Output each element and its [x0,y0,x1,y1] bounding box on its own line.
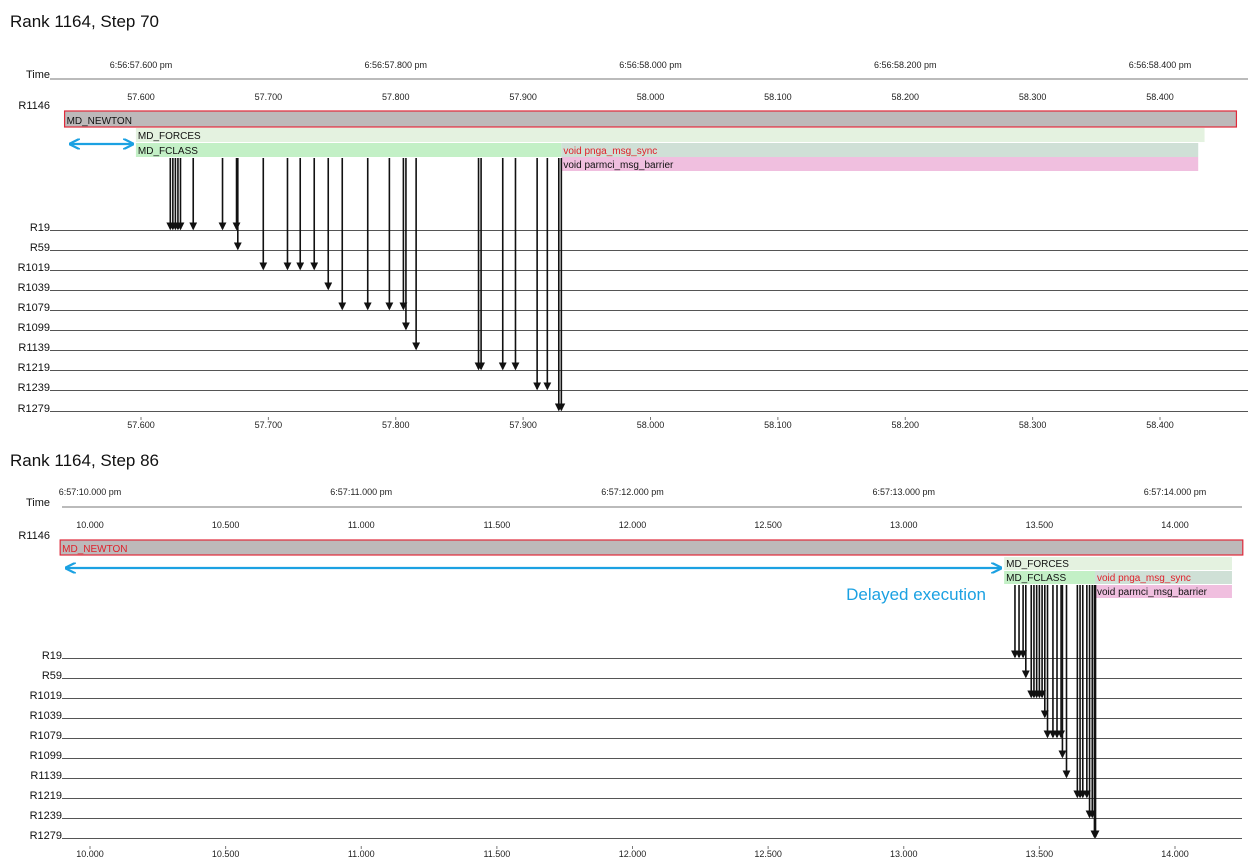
trace-panel-step-86: Rank 1164, Step 86 Time 6:57:10.000 pm 6:5… [0,433,1259,867]
top-tick-label: 58.000 [637,92,665,102]
rank-row-label: R1219 [30,790,62,802]
wallclock-tick-label: 6:57:11.000 pm [330,487,392,497]
bottom-tick-label: 57.600 [127,420,155,430]
function-bar-md-newton[interactable] [63,110,1238,128]
function-bar-label: void pnga_msg_sync [1097,573,1191,584]
wallclock-tick-label: 6:57:12.000 pm [601,487,664,497]
function-bar-label: MD_FORCES [138,131,201,142]
function-bar-md-forces[interactable] [135,128,1205,142]
rank-row-label: R1079 [30,730,62,742]
bottom-tick-label: 14.000 [1161,849,1189,859]
top-tick-label: 12.000 [619,520,647,530]
top-tick-label: 10.500 [212,520,240,530]
rank-row-label: R1079 [18,302,50,314]
timeline-chart: Time 6:57:10.000 pm 6:57:11.000 pm 6:57:12.… [18,487,1244,859]
rank-row-label: R1279 [18,403,50,415]
top-tick-label: 57.700 [255,92,283,102]
top-tick-label: 10.000 [76,520,104,530]
time-axis-label: Time [26,69,50,81]
bottom-tick-label: 58.100 [764,420,792,430]
trace-panel-step-70: Rank 1164, Step 70 Time 6:56:57.600 pm 6:5… [0,0,1259,432]
bottom-tick-label: 10.500 [212,849,240,859]
bottom-tick-label: 58.000 [637,420,665,430]
top-tick-label: 57.900 [509,92,537,102]
function-bar-label: MD_FCLASS [1006,573,1066,584]
top-tick-label: 58.200 [891,92,919,102]
delay-annotation-label: Delayed execution [846,585,986,604]
function-bar-label: MD_FCLASS [138,146,198,157]
rank-row-label: R19 [42,650,62,662]
function-bar-md-newton[interactable] [59,539,1244,556]
top-tick-label: 57.800 [382,92,410,102]
bottom-tick-label: 57.800 [382,420,410,430]
rank-row-label: R1039 [18,282,50,294]
self-rank-label: R1146 [18,100,50,112]
rank-row-label: R19 [30,222,50,234]
top-tick-label: 58.100 [764,92,792,102]
self-rank-label: R1146 [18,530,50,542]
wallclock-tick-label: 6:57:13.000 pm [872,487,935,497]
bottom-tick-label: 10.000 [76,849,104,859]
function-bar-label: void parmci_msg_barrier [1097,587,1208,598]
top-tick-label: 13.000 [890,520,918,530]
top-tick-label: 12.500 [754,520,782,530]
top-tick-label: 11.000 [348,520,375,530]
rank-row-label: R1099 [18,322,50,334]
bottom-tick-label: 13.000 [890,849,918,859]
top-tick-label: 57.600 [127,92,155,102]
wallclock-tick-label: 6:57:14.000 pm [1144,487,1207,497]
bottom-tick-label: 12.000 [619,849,647,859]
bottom-tick-label: 57.700 [255,420,283,430]
function-bar-md-fclass[interactable] [135,143,562,157]
function-bar-label: MD_NEWTON [67,116,132,127]
top-tick-label: 11.500 [483,520,510,530]
wallclock-tick-label: 6:56:58.000 pm [619,60,682,70]
rank-row-label: R59 [30,242,50,254]
rank-row-label: R1039 [30,710,62,722]
function-bar-label: void pnga_msg_sync [563,146,657,157]
function-bar-label: MD_FORCES [1006,559,1069,570]
function-bar-label: MD_NEWTON [62,544,127,555]
rank-row-label: R1099 [30,750,62,762]
bottom-tick-label: 57.900 [509,420,537,430]
rank-row-label: R1019 [18,262,50,274]
rank-row-label: R1019 [30,690,62,702]
bottom-tick-label: 11.500 [483,849,510,859]
bottom-tick-label: 13.500 [1026,849,1054,859]
wallclock-tick-label: 6:56:58.200 pm [874,60,937,70]
rank-row-label: R1139 [18,342,50,354]
rank-row-label: R1239 [18,382,50,394]
bottom-tick-label: 11.000 [348,849,375,859]
top-tick-label: 58.300 [1019,92,1047,102]
top-tick-label: 58.400 [1146,92,1174,102]
bottom-tick-label: 12.500 [754,849,782,859]
bottom-tick-label: 58.400 [1146,420,1174,430]
rank-row-label: R1239 [30,810,62,822]
function-bar-label: void parmci_msg_barrier [563,160,674,171]
bottom-tick-label: 58.200 [891,420,919,430]
rank-row-label: R1219 [18,362,50,374]
wallclock-tick-label: 6:57:10.000 pm [59,487,122,497]
wallclock-tick-label: 6:56:57.600 pm [110,60,173,70]
wallclock-tick-label: 6:56:58.400 pm [1129,60,1192,70]
top-tick-label: 14.000 [1161,520,1189,530]
rank-row-label: R59 [42,670,62,682]
wallclock-tick-label: 6:56:57.800 pm [364,60,427,70]
rank-row-label: R1279 [30,830,62,842]
timeline-chart: Time 6:56:57.600 pm 6:56:57.800 pm 6:56:58.… [18,60,1248,430]
top-tick-label: 13.500 [1026,520,1054,530]
rank-row-label: R1139 [30,770,62,782]
time-axis-label: Time [26,497,50,509]
bottom-tick-label: 58.300 [1019,420,1047,430]
